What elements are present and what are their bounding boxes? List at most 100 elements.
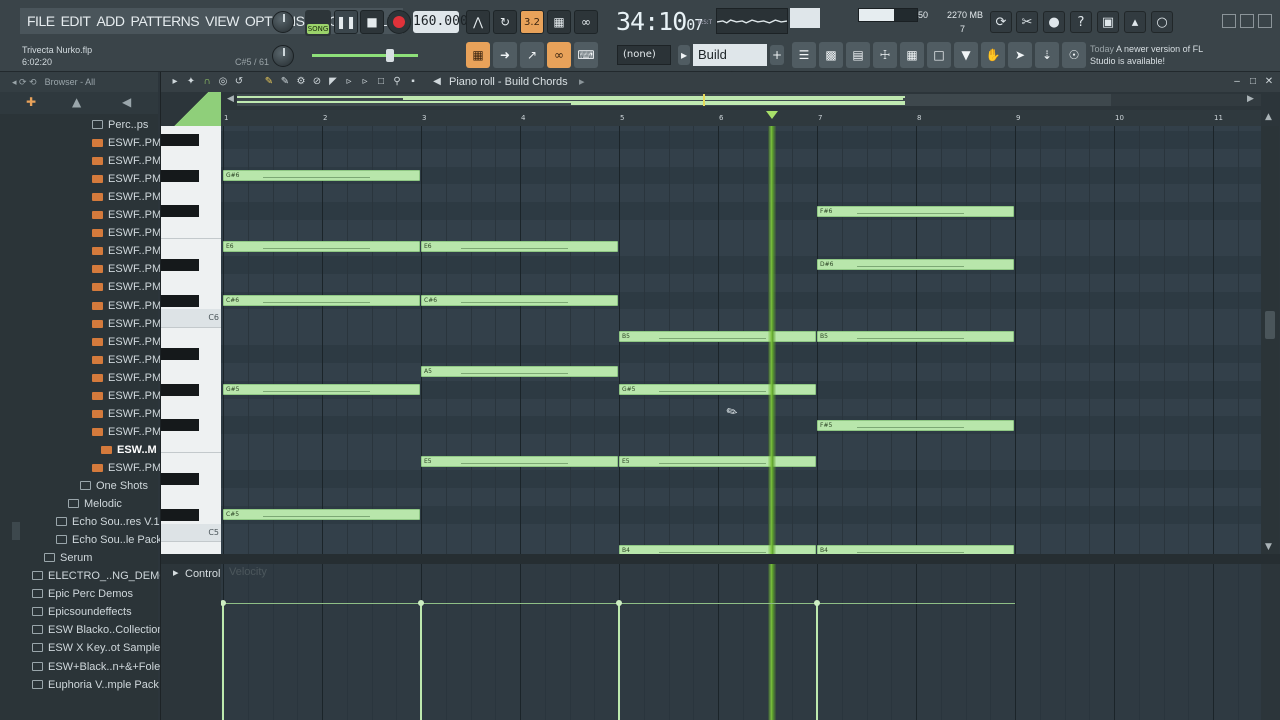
pattern-prev-button[interactable]: ▸ xyxy=(678,45,690,65)
note[interactable]: E5 xyxy=(619,455,816,467)
loop-record-button[interactable]: ∞ xyxy=(574,10,598,34)
browser-speaker-icon[interactable]: ◀ xyxy=(122,95,131,109)
target-arrow-icon[interactable]: ◀ xyxy=(431,76,443,88)
browser-file[interactable]: ESWF..PM xyxy=(92,152,161,170)
browser-file[interactable]: ESWF..PM xyxy=(92,134,161,152)
velocity-bar[interactable] xyxy=(616,600,622,720)
menu-view[interactable]: VIEW xyxy=(205,13,239,29)
browser-file[interactable]: ESWF..PM xyxy=(92,260,161,278)
browser-file[interactable]: ESWF..PM xyxy=(92,333,161,351)
download-button[interactable]: ⇣ xyxy=(1035,42,1059,68)
save-button[interactable]: ▣ xyxy=(1097,11,1119,33)
play-button[interactable]: ❚❚ xyxy=(334,10,358,34)
pencil-icon[interactable]: ✎ xyxy=(263,76,275,88)
black-key[interactable] xyxy=(161,205,199,218)
note[interactable]: C#5 xyxy=(223,509,420,521)
menu-arrow-icon[interactable]: ▸ xyxy=(169,76,181,88)
browser-nav-icons[interactable]: ◂ ⟳ ⟲ xyxy=(12,77,37,87)
metronome-button[interactable]: ⋀ xyxy=(466,10,490,34)
scroll-left-icon[interactable]: ◀ xyxy=(227,94,234,104)
playhead-marker[interactable] xyxy=(766,111,779,119)
channel-rack-button[interactable]: ▤ xyxy=(846,42,870,68)
record-button[interactable] xyxy=(387,10,411,34)
browser-folder[interactable]: ESW X Key..ot Samples xyxy=(32,639,166,657)
black-key[interactable] xyxy=(161,473,199,485)
black-key[interactable] xyxy=(161,258,199,271)
browser-file[interactable]: ESWF..PM xyxy=(92,369,161,387)
mute-icon[interactable]: ◤ xyxy=(327,76,339,88)
browser-file[interactable]: ESWF..PM xyxy=(92,423,161,441)
browser-folder[interactable]: Euphoria V..mple Pack xyxy=(32,676,159,694)
vertical-scrollbar[interactable] xyxy=(1261,126,1279,554)
browser-file[interactable]: ESWF..PM xyxy=(92,224,161,242)
note-grid[interactable]: G#6E6C#6G#5C#5E6C#6A5E5A4B5G#5E5B4E4F#6D… xyxy=(221,126,1261,554)
window-close-icon[interactable]: ✕ xyxy=(1263,76,1275,88)
slice-icon[interactable]: ▹ xyxy=(359,76,371,88)
browser-folder[interactable]: Serum xyxy=(44,549,92,567)
black-key[interactable] xyxy=(161,383,199,396)
browser-file[interactable]: ESWF..PM xyxy=(92,170,161,188)
pattern-selector[interactable]: Build Chords xyxy=(693,44,767,84)
chat-button[interactable]: ○ xyxy=(1151,11,1173,33)
browser-folder[interactable]: Melodic xyxy=(68,495,122,513)
browser-folder[interactable]: ESW+Black..n+&+Foley xyxy=(32,658,166,676)
browser-file[interactable]: ESWF..PM xyxy=(92,242,161,260)
note[interactable]: B5 xyxy=(619,330,816,342)
playhead[interactable] xyxy=(768,126,777,554)
browser-folder[interactable]: One Shots xyxy=(80,477,148,495)
note[interactable]: F#5 xyxy=(817,419,1014,431)
scroll-down-icon[interactable]: ▼ xyxy=(1265,542,1272,552)
browser-folder[interactable]: ELECTRO_..NG_DEMOS xyxy=(32,567,175,585)
note[interactable]: E6 xyxy=(421,241,618,253)
step-sequencer-button[interactable]: ▩ xyxy=(819,42,843,68)
browser-button[interactable]: □ xyxy=(927,42,951,68)
scroll-up-icon[interactable]: ▲ xyxy=(1265,112,1272,122)
timeline-ruler[interactable]: 1 2 3 4 5 6 7 8 9 10 11 xyxy=(221,110,1261,126)
render-button[interactable]: ▴ xyxy=(1124,11,1146,33)
note[interactable]: A5 xyxy=(421,366,618,378)
browser-sort-icon[interactable]: ✚ xyxy=(26,95,36,109)
song-pattern-switch[interactable]: SONG xyxy=(305,10,331,36)
slide-tool-button[interactable]: ↗ xyxy=(520,42,544,68)
vertical-scroll-thumb[interactable] xyxy=(1265,311,1275,339)
browser-file[interactable]: ESWF..PM xyxy=(92,459,161,477)
master-pitch-slider[interactable] xyxy=(312,49,418,62)
stamp-icon[interactable]: ◎ xyxy=(217,76,229,88)
loop-icon[interactable]: ↺ xyxy=(233,76,245,88)
menu-add[interactable]: ADD xyxy=(96,13,125,29)
velocity-bar[interactable] xyxy=(814,600,820,720)
black-key[interactable] xyxy=(161,133,199,146)
pattern-overview[interactable] xyxy=(237,94,1111,106)
maximize-button[interactable] xyxy=(1240,14,1254,28)
menu-file[interactable]: FILE xyxy=(27,13,55,29)
help-button[interactable]: ? xyxy=(1070,11,1092,33)
export-button[interactable]: ➤ xyxy=(1008,42,1032,68)
playback-icon[interactable]: ▪ xyxy=(407,76,419,88)
browser-file[interactable]: ESWF..PM xyxy=(92,387,161,405)
note[interactable]: E6 xyxy=(223,241,420,253)
browser-view-icon[interactable]: ▲ xyxy=(72,95,81,109)
add-pattern-button[interactable]: + xyxy=(770,45,784,65)
step-edit-button[interactable]: ▦ xyxy=(547,10,571,34)
master-volume-knob[interactable] xyxy=(272,11,294,33)
black-key[interactable] xyxy=(161,508,199,521)
control-label[interactable]: Control ▸ xyxy=(173,566,220,580)
note[interactable]: B4 xyxy=(619,544,816,554)
news-panel[interactable]: Today A newer version of FL Studio is av… xyxy=(1090,43,1228,69)
note[interactable]: C#6 xyxy=(421,295,618,306)
paint-icon[interactable]: ✎ xyxy=(279,76,291,88)
browser-file[interactable]: ESWF..PM xyxy=(92,351,161,369)
note[interactable]: D#6 xyxy=(817,259,1014,271)
note[interactable]: B5 xyxy=(817,330,1014,342)
wait-record-button[interactable]: ↻ xyxy=(493,10,517,34)
window-max-icon[interactable]: □ xyxy=(1247,76,1259,88)
menu-patterns[interactable]: PATTERNS xyxy=(131,13,200,29)
browser-file[interactable]: ESWF..PM xyxy=(92,206,161,224)
link-button[interactable]: ∞ xyxy=(547,42,571,68)
undo-history-button[interactable]: ⟳ xyxy=(990,11,1012,33)
song-position-display[interactable]: 34:1007 B:S:T xyxy=(616,6,712,38)
shop-button[interactable]: ☉ xyxy=(1062,42,1086,68)
stop-button[interactable]: ■ xyxy=(360,10,384,34)
black-key[interactable] xyxy=(161,169,199,182)
note[interactable]: F#6 xyxy=(817,205,1014,217)
